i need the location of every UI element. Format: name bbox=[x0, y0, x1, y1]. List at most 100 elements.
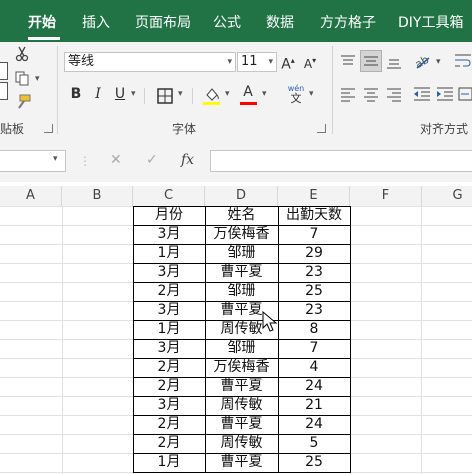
borders-icon[interactable] bbox=[157, 88, 173, 104]
grow-font-button[interactable]: A▴ bbox=[280, 51, 296, 75]
cut-icon[interactable] bbox=[14, 46, 30, 62]
underline-button[interactable]: U bbox=[112, 84, 128, 104]
table-cell[interactable]: 万俟梅香 bbox=[205, 358, 278, 377]
table-cell[interactable]: 1月 bbox=[133, 320, 205, 339]
table-cell[interactable]: 24 bbox=[278, 377, 350, 396]
paste-icon-lower[interactable] bbox=[0, 82, 8, 100]
table-cell[interactable]: 21 bbox=[278, 396, 350, 415]
tab-formulas[interactable]: 公式 bbox=[213, 12, 241, 32]
borders-dropdown-icon[interactable]: ▾ bbox=[178, 89, 183, 99]
table-cell[interactable]: 3月 bbox=[133, 396, 205, 415]
italic-button[interactable]: I bbox=[90, 84, 106, 104]
paste-icon[interactable] bbox=[0, 62, 8, 80]
table-cell[interactable]: 邹珊 bbox=[205, 282, 278, 301]
font-dialog-launcher[interactable] bbox=[317, 124, 326, 133]
insert-function-button[interactable]: fx bbox=[181, 152, 194, 168]
font-color-dropdown-icon[interactable]: ▾ bbox=[262, 89, 267, 99]
table-cell[interactable]: 23 bbox=[278, 263, 350, 282]
table-cell[interactable]: 7 bbox=[278, 225, 350, 244]
align-left-icon[interactable] bbox=[340, 86, 356, 102]
align-right-icon[interactable] bbox=[386, 86, 402, 102]
clipboard-dialog-launcher[interactable] bbox=[44, 124, 53, 133]
name-box[interactable]: ▾ bbox=[0, 150, 66, 172]
column-header-g[interactable]: G bbox=[422, 186, 472, 206]
tab-page-layout[interactable]: 页面布局 bbox=[135, 12, 191, 32]
tab-insert[interactable]: 插入 bbox=[82, 12, 110, 32]
table-header-cell[interactable]: 月份 bbox=[133, 206, 205, 225]
name-box-dropdown-icon[interactable]: ▾ bbox=[53, 154, 58, 164]
table-cell[interactable]: 曹平夏 bbox=[205, 263, 278, 282]
tab-diy-toolbox[interactable]: DIY工具箱 bbox=[398, 12, 463, 32]
tab-data[interactable]: 数据 bbox=[266, 12, 294, 32]
table-cell[interactable]: 25 bbox=[278, 282, 350, 301]
orientation-dropdown-icon[interactable]: ▾ bbox=[436, 57, 441, 67]
tab-fangfang[interactable]: 方方格子 bbox=[320, 12, 376, 32]
copy-dropdown-caret[interactable]: ▾ bbox=[35, 74, 40, 84]
table-cell[interactable]: 3月 bbox=[133, 339, 205, 358]
table-cell[interactable]: 1月 bbox=[133, 453, 205, 472]
table-cell[interactable]: 曹平夏 bbox=[205, 453, 278, 472]
table-cell[interactable]: 曹平夏 bbox=[205, 415, 278, 434]
table-cell[interactable]: 周传敏 bbox=[205, 434, 278, 453]
phonetic-button[interactable]: wén 文 bbox=[286, 84, 306, 105]
table-cell[interactable]: 2月 bbox=[133, 358, 205, 377]
table-border bbox=[133, 434, 351, 435]
merge-center-icon[interactable] bbox=[458, 86, 472, 102]
table-cell[interactable]: 邹珊 bbox=[205, 339, 278, 358]
table-cell[interactable]: 24 bbox=[278, 415, 350, 434]
copy-icon[interactable] bbox=[14, 70, 30, 86]
align-top-icon[interactable] bbox=[340, 54, 356, 68]
shrink-font-button[interactable]: A▾ bbox=[302, 51, 318, 74]
table-cell[interactable]: 邹珊 bbox=[205, 244, 278, 263]
table-cell[interactable]: 2月 bbox=[133, 415, 205, 434]
column-header-d[interactable]: D bbox=[205, 186, 278, 206]
font-color-button[interactable]: A bbox=[240, 82, 256, 102]
decrease-indent-icon[interactable] bbox=[413, 86, 431, 102]
group-label-clipboard: 贴板 bbox=[0, 122, 25, 136]
font-name-dropdown-icon[interactable]: ▾ bbox=[227, 53, 232, 71]
table-cell[interactable]: 5 bbox=[278, 434, 350, 453]
column-header-e[interactable]: E bbox=[278, 186, 350, 206]
table-cell[interactable]: 2月 bbox=[133, 377, 205, 396]
table-cell[interactable]: 2月 bbox=[133, 282, 205, 301]
table-cell[interactable]: 3月 bbox=[133, 263, 205, 282]
increase-indent-icon[interactable] bbox=[436, 86, 454, 102]
enter-entry-button[interactable]: ✓ bbox=[146, 152, 158, 168]
fill-color-icon[interactable] bbox=[203, 86, 221, 102]
format-painter-icon[interactable] bbox=[14, 94, 32, 110]
table-cell[interactable]: 23 bbox=[278, 301, 350, 320]
underline-dropdown-icon[interactable]: ▾ bbox=[131, 89, 136, 99]
table-cell[interactable]: 曹平夏 bbox=[205, 377, 278, 396]
table-header-cell[interactable]: 姓名 bbox=[205, 206, 278, 225]
table-cell[interactable]: 3月 bbox=[133, 301, 205, 320]
table-cell[interactable]: 7 bbox=[278, 339, 350, 358]
column-header-c[interactable]: C bbox=[133, 186, 205, 206]
table-cell[interactable]: 万俟梅香 bbox=[205, 225, 278, 244]
align-bottom-icon[interactable] bbox=[386, 54, 402, 70]
phonetic-dropdown-icon[interactable]: ▾ bbox=[309, 89, 314, 99]
fill-color-dropdown-icon[interactable]: ▾ bbox=[225, 89, 230, 99]
cancel-entry-button[interactable]: ✕ bbox=[110, 152, 122, 168]
font-name-box[interactable]: 等线 ▾ bbox=[64, 52, 236, 72]
column-header-a[interactable]: A bbox=[0, 186, 62, 206]
column-header-f[interactable]: F bbox=[350, 186, 422, 206]
font-size-dropdown-icon[interactable]: ▾ bbox=[268, 53, 273, 71]
wrap-text-icon[interactable] bbox=[454, 52, 472, 70]
table-cell[interactable]: 2月 bbox=[133, 434, 205, 453]
table-cell[interactable]: 29 bbox=[278, 244, 350, 263]
align-middle-button[interactable] bbox=[360, 50, 382, 72]
table-cell[interactable]: 周传敏 bbox=[205, 396, 278, 415]
table-cell[interactable]: 1月 bbox=[133, 244, 205, 263]
table-cell[interactable]: 3月 bbox=[133, 225, 205, 244]
formula-input[interactable] bbox=[210, 150, 472, 172]
table-header-cell[interactable]: 出勤天数 bbox=[278, 206, 350, 225]
font-size-box[interactable]: 11 ▾ bbox=[237, 52, 277, 72]
table-cell[interactable]: 4 bbox=[278, 358, 350, 377]
column-header-b[interactable]: B bbox=[62, 186, 133, 206]
orientation-icon[interactable]: ab bbox=[413, 52, 433, 70]
table-cell[interactable]: 25 bbox=[278, 453, 350, 472]
tab-home[interactable]: 开始 bbox=[28, 12, 56, 32]
table-cell[interactable]: 8 bbox=[278, 320, 350, 339]
bold-button[interactable]: B bbox=[68, 84, 84, 104]
align-center-icon[interactable] bbox=[363, 86, 379, 102]
